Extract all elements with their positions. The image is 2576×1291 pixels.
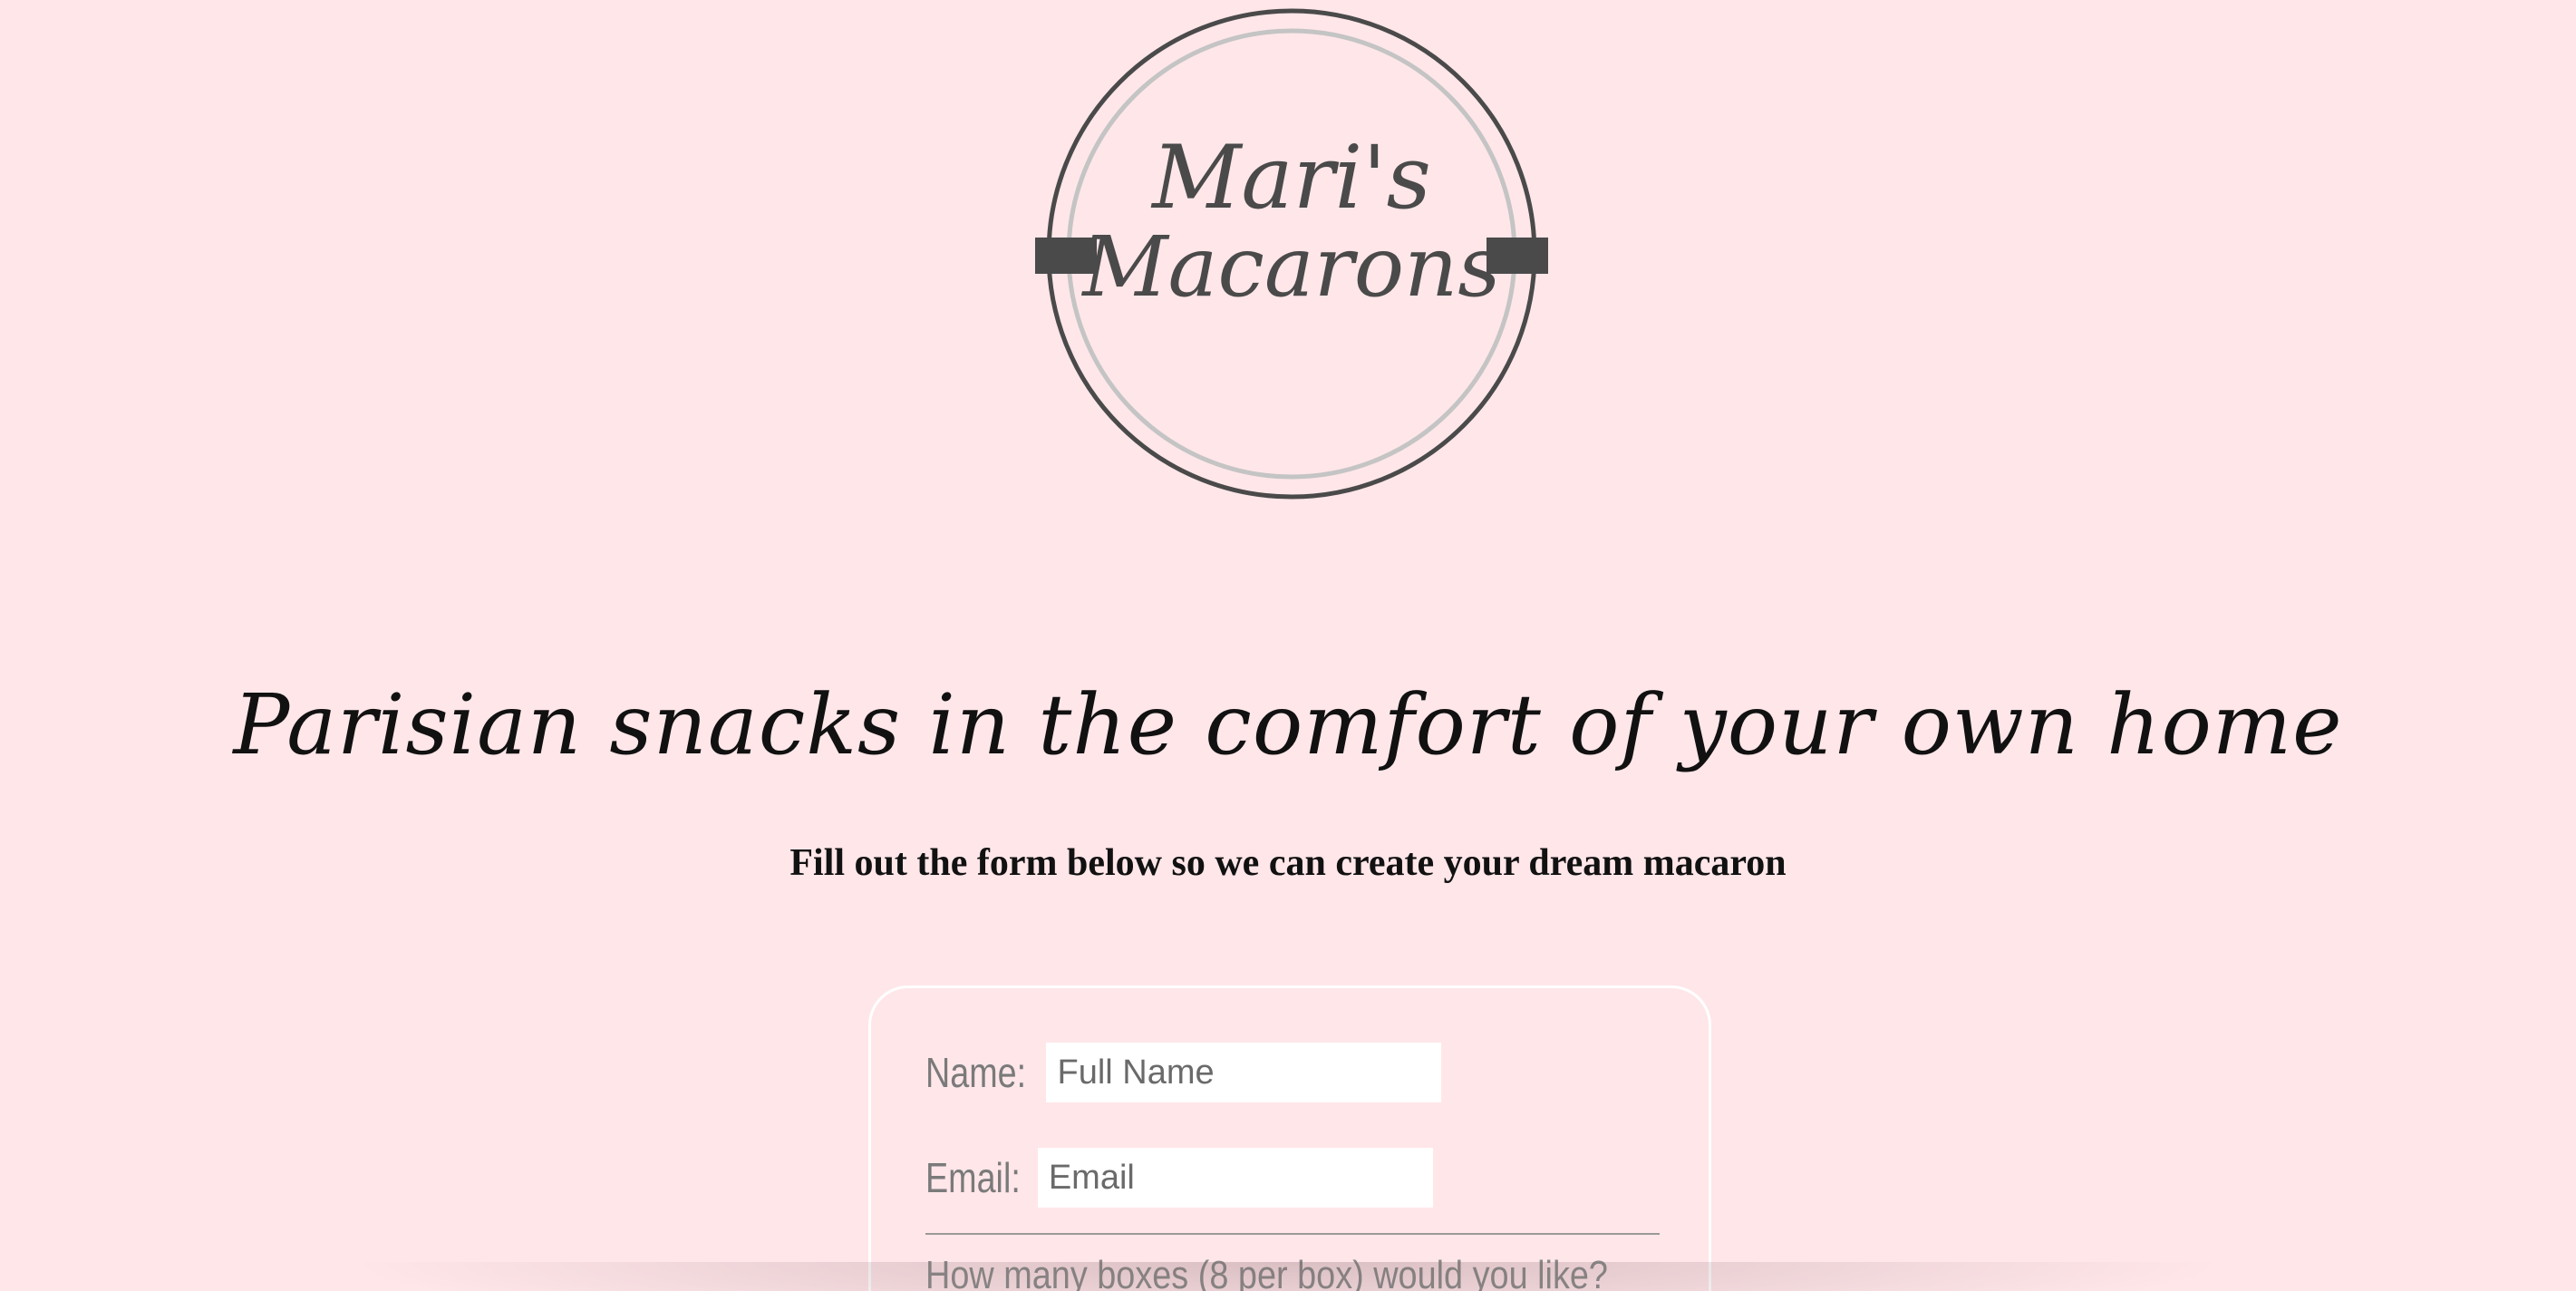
name-input[interactable] [1046, 1043, 1442, 1102]
hero-subheading: Fill out the form below so we can create… [789, 842, 1787, 884]
boxes-question-label: How many boxes (8 per box) would you lik… [925, 1253, 1608, 1291]
name-label: Name: [925, 1049, 1027, 1096]
order-form: Name: Email: How many boxes (8 per box) … [868, 985, 1711, 1291]
form-divider [925, 1233, 1660, 1235]
logo-line-1: Mari's [1150, 127, 1431, 228]
hero-headline: Parisian snacks in the comfort of your o… [233, 676, 2343, 773]
email-field-row: Email: [925, 1148, 1433, 1208]
brand-logo: Mari's Macarons [1033, 4, 1550, 504]
name-field-row: Name: [925, 1043, 1442, 1102]
email-input[interactable] [1037, 1148, 1433, 1208]
logo-line-2: Macarons [1080, 218, 1500, 315]
page: Mari's Macarons Parisian snacks in the c… [0, 0, 2576, 1291]
email-label: Email: [925, 1154, 1021, 1201]
